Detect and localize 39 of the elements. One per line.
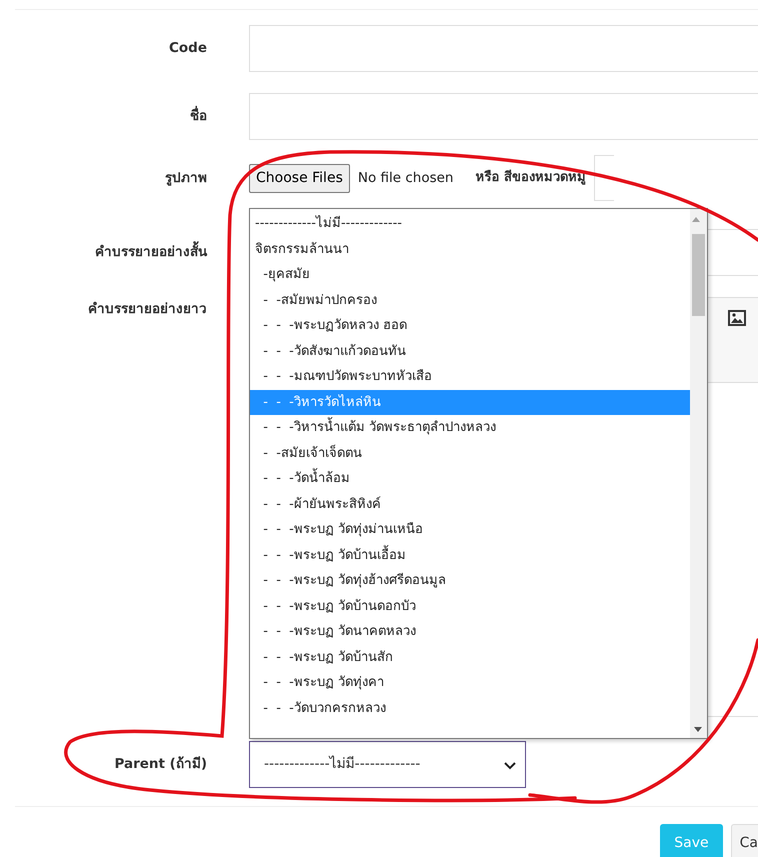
field-label: รูปภาพ xyxy=(164,168,208,188)
cancel-button[interactable]: Ca xyxy=(730,824,758,857)
dropdown-option[interactable]: - - -วัดสังฆาแก้วดอนทัน xyxy=(250,338,690,364)
dropdown-option[interactable]: - -สมัยพม่าปกครอง xyxy=(250,288,690,313)
dropdown-option[interactable]: - - -พระบฏวัดหลวง ฮอด xyxy=(250,313,690,338)
dropdown-option[interactable]: - - -วัดบวกครกหลวง xyxy=(250,696,690,721)
field-label: Code xyxy=(168,39,208,58)
dropdown-list[interactable] xyxy=(249,208,708,739)
dropdown-option[interactable]: - - -มณฑปวัดพระบาทหัวเสือ xyxy=(250,364,690,390)
text-input[interactable] xyxy=(249,25,758,72)
choose-files-button[interactable]: Choose Files xyxy=(249,164,350,192)
field-label: คำบรรยายอย่างสั้น xyxy=(0,242,249,263)
dropdown-option[interactable]: -ยุคสมัย xyxy=(250,262,690,288)
dropdown-option[interactable]: - - -พระบฏ วัดทุ่งคา xyxy=(250,670,690,696)
dropdown-option[interactable]: - - -พระบฏ วัดบ้านเอื้อม xyxy=(250,542,690,568)
color-input[interactable] xyxy=(594,155,614,201)
dropdown-option[interactable]: จิตรกรรมล้านนา xyxy=(250,236,690,262)
dropdown-option[interactable]: - - -พระบฏ วัดทุ่งฮ้างศรีดอนมูล xyxy=(250,568,690,594)
dropdown-option[interactable]: - - -วิหารน้ำแต้ม วัดพระธาตุลำปางหลวง xyxy=(250,415,690,440)
text-input[interactable] xyxy=(249,93,758,140)
select-value: -------------ไม่มี------------- xyxy=(264,754,420,774)
dropdown-option[interactable]: -------------ไม่มี------------- xyxy=(250,211,690,236)
chevron-down-icon xyxy=(503,760,517,770)
dropdown-option[interactable]: - -สมัยเจ้าเจ็ดตน xyxy=(250,440,690,466)
dropdown-option[interactable]: - - -พระบฏ วัดบ้านดอกบัว xyxy=(250,594,690,619)
dropdown-option[interactable]: - - -ผ้ายันพระสิหิงค์ xyxy=(250,492,690,517)
field-label: Parent (ถ้ามี) xyxy=(113,755,208,774)
dropdown-option[interactable]: - - -พระบฏ วัดบ้านสัก xyxy=(250,644,690,670)
file-status-text: No file chosen xyxy=(358,168,454,188)
dropdown-option[interactable]: - - -พระบฏ วัดทุ่งม่านเหนือ xyxy=(250,517,690,542)
image-icon[interactable] xyxy=(728,310,746,326)
scrollbar-thumb[interactable] xyxy=(692,234,705,316)
field-label: ชื่อ xyxy=(0,106,249,127)
field-label: คำบรรยายอย่างยาว xyxy=(87,300,208,319)
color-label: หรือ สีของหมวดหมู่ xyxy=(476,168,586,188)
dropdown-option[interactable]: - - -วัดน้ำล้อม xyxy=(250,466,690,492)
dropdown-option[interactable]: - - -พระบฏ วัดนาคตหลวง xyxy=(250,619,690,644)
scroll-down-icon xyxy=(692,724,704,734)
parent-select[interactable]: -------------ไม่มี------------- xyxy=(249,741,526,788)
